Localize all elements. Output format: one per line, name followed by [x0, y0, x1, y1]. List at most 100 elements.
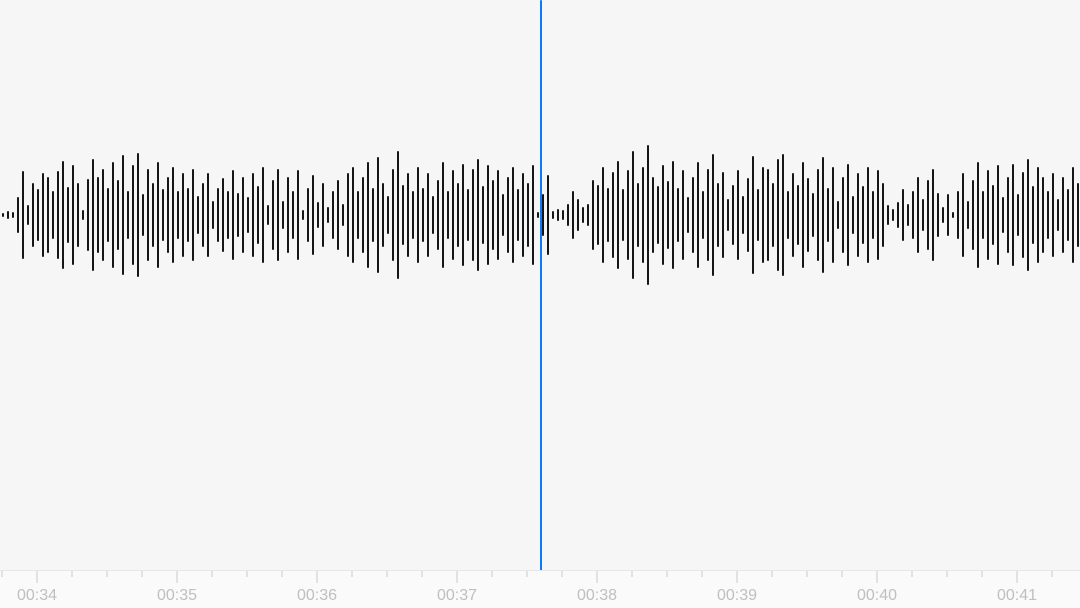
waveform-bar — [857, 173, 859, 256]
timeline-labels: 00:3400:3500:3600:3700:3800:3900:4000:41 — [0, 587, 1080, 607]
waveform-bar — [517, 189, 519, 240]
waveform-bar — [937, 193, 939, 238]
waveform-bar — [132, 165, 134, 264]
waveform-bar — [662, 165, 664, 264]
waveform-bar — [1027, 159, 1029, 271]
waveform-bar — [362, 177, 364, 254]
waveform-bar — [402, 185, 404, 246]
waveform-bar — [177, 191, 179, 239]
waveform-bar — [852, 196, 854, 234]
waveform-bar — [117, 180, 119, 250]
waveform-bar — [397, 151, 399, 279]
waveform-bar — [342, 204, 344, 226]
waveform-bar — [147, 169, 149, 262]
waveform-bar — [522, 173, 524, 256]
waveform-bar — [337, 180, 339, 250]
waveform-bar — [482, 186, 484, 244]
waveform-bar — [267, 205, 269, 224]
waveform-bar — [842, 177, 844, 254]
waveform-bar — [107, 188, 109, 242]
waveform-bar — [487, 165, 489, 264]
playhead-line[interactable] — [540, 0, 542, 582]
waveform-bar — [142, 194, 144, 236]
waveform-bar — [407, 173, 409, 256]
waveform-bar — [737, 170, 739, 260]
waveform-bar — [272, 180, 274, 250]
waveform-bar — [707, 169, 709, 262]
waveform-bar — [32, 183, 34, 247]
waveform-bar — [182, 173, 184, 256]
waveform-bar — [847, 164, 849, 266]
waveform-bar — [172, 167, 174, 263]
waveform-bar — [967, 201, 969, 230]
waveform-bar — [792, 173, 794, 256]
waveform-bar — [547, 175, 549, 255]
waveform-bar — [87, 179, 89, 251]
waveform-bar — [672, 161, 674, 270]
waveform-bar — [957, 191, 959, 239]
waveform-bar — [102, 169, 104, 262]
waveform-bar — [892, 209, 894, 222]
waveform-bar — [462, 164, 464, 266]
waveform-bar — [907, 204, 909, 226]
waveform-bar — [802, 162, 804, 268]
waveform-bar — [1042, 177, 1044, 254]
waveform-bar — [527, 183, 529, 247]
waveform-bar — [982, 191, 984, 239]
waveform-bar — [562, 210, 564, 220]
waveform-bar — [837, 201, 839, 230]
waveform-bar — [92, 159, 94, 271]
waveform-bar — [637, 183, 639, 247]
waveform-bar — [947, 194, 949, 236]
waveform-bar — [532, 165, 534, 264]
waveform-bar — [912, 191, 914, 239]
waveform-bar — [542, 194, 544, 236]
waveform-bar — [472, 169, 474, 262]
waveform-bar — [442, 162, 444, 268]
waveform-bar — [1072, 167, 1074, 263]
waveform-bar — [467, 189, 469, 240]
waveform-bar — [932, 169, 934, 262]
waveform-bar — [217, 188, 219, 242]
waveform-bar — [552, 211, 554, 219]
waveform-bar — [727, 199, 729, 231]
waveform-bar — [37, 189, 39, 240]
waveform-bar — [592, 180, 594, 250]
waveform-bar — [692, 177, 694, 254]
waveform-bar — [417, 167, 419, 263]
waveform-bar — [677, 188, 679, 242]
waveform-bar — [2, 213, 4, 216]
waveform-bar — [1032, 186, 1034, 244]
waveform-bar — [262, 167, 264, 263]
waveform-bar — [432, 196, 434, 234]
waveform-bar — [537, 212, 539, 218]
waveform-bar — [1037, 167, 1039, 263]
waveform-bar — [927, 180, 929, 250]
waveform-bar — [357, 191, 359, 239]
waveform-bar — [697, 162, 699, 268]
time-label: 00:37 — [437, 587, 477, 605]
time-label: 00:39 — [717, 587, 757, 605]
waveform-bar — [427, 173, 429, 256]
waveform-bar — [922, 199, 924, 231]
waveform-bar — [647, 145, 649, 286]
waveform-bar — [247, 197, 249, 232]
waveform-bar — [97, 177, 99, 254]
waveform-bar — [712, 154, 714, 276]
waveform-bar — [507, 177, 509, 254]
waveform-bar — [242, 177, 244, 254]
waveform-bar — [497, 170, 499, 260]
waveform-bar — [57, 171, 59, 259]
waveform-bar — [212, 201, 214, 230]
waveform-bar — [812, 193, 814, 238]
waveform-bar — [882, 183, 884, 247]
waveform-bar — [657, 186, 659, 244]
timeline-ruler[interactable]: 00:3400:3500:3600:3700:3800:3900:4000:41 — [0, 570, 1080, 608]
waveform-bar — [797, 185, 799, 246]
waveform-bar — [42, 173, 44, 256]
waveform-bar — [207, 173, 209, 256]
waveform-bar — [167, 177, 169, 254]
waveform-bar — [902, 189, 904, 240]
waveform-bar — [292, 191, 294, 239]
waveform-bar — [702, 191, 704, 239]
